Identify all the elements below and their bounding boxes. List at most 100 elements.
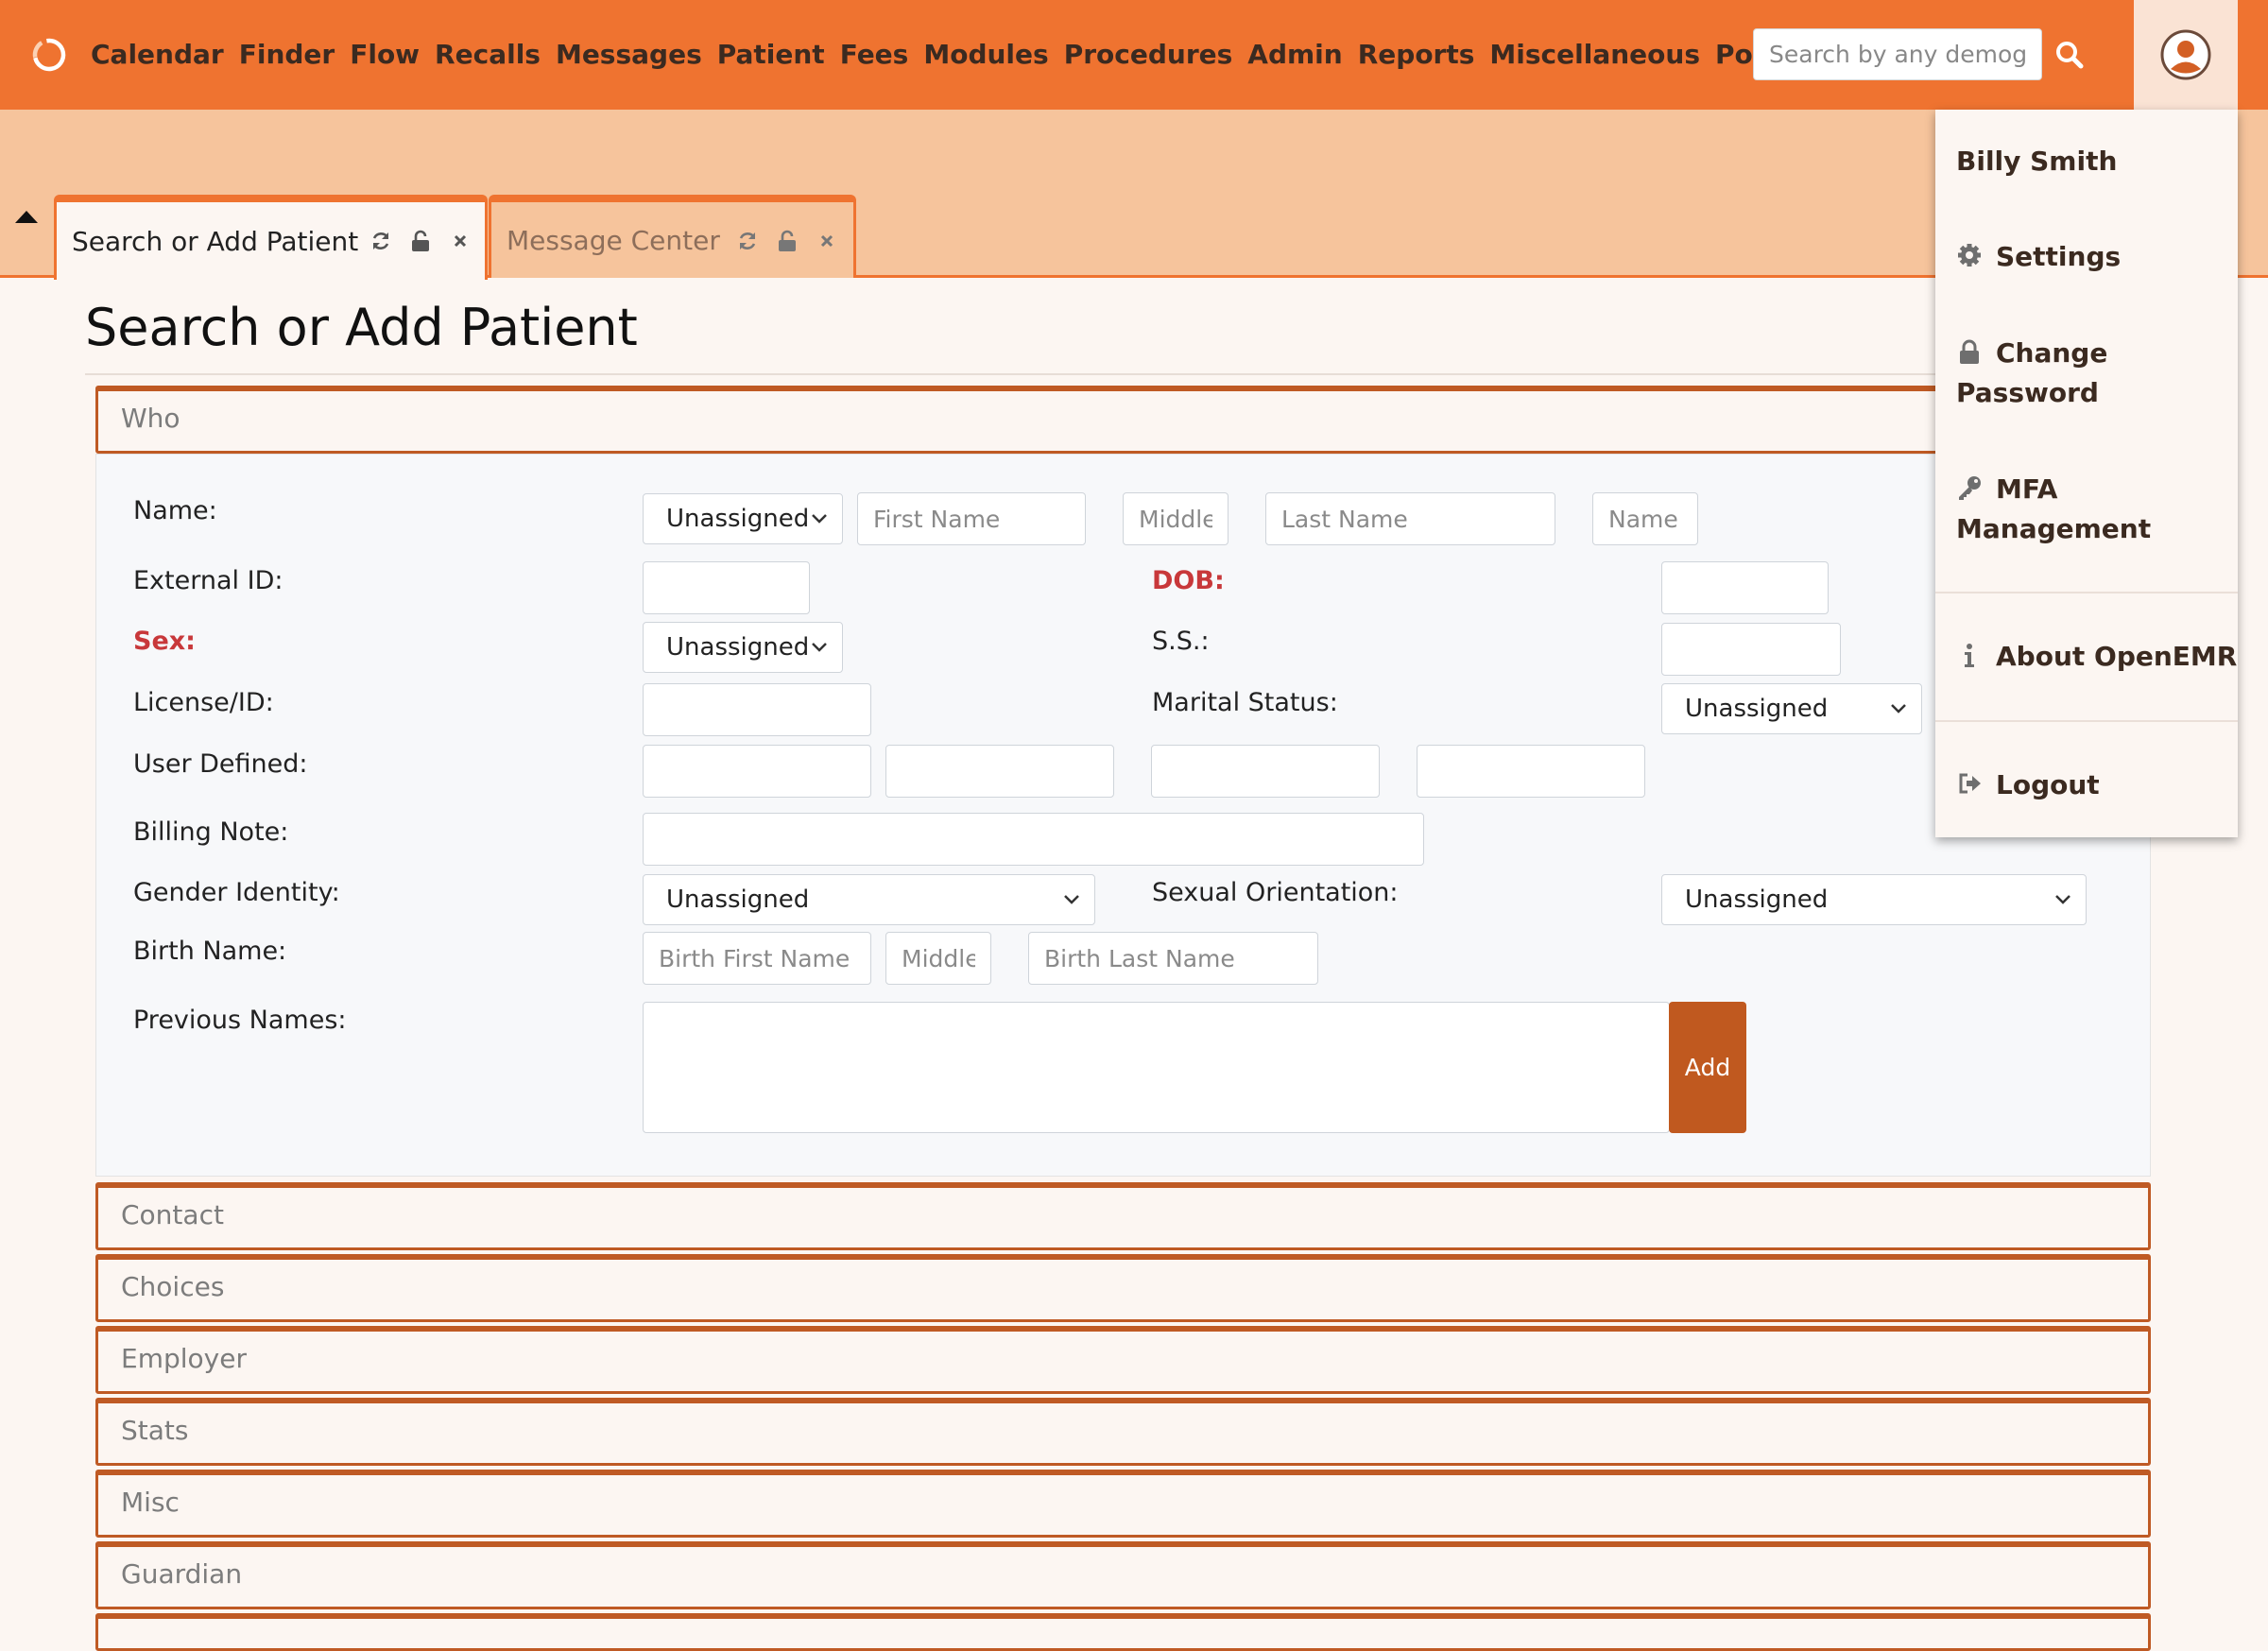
menu-procedures[interactable]: Procedures bbox=[1064, 36, 1233, 74]
previous-names-input[interactable] bbox=[643, 1002, 1670, 1133]
gender-identity-value: Unassigned bbox=[666, 886, 810, 914]
user-avatar-icon bbox=[2160, 29, 2211, 80]
sex-value: Unassigned bbox=[666, 633, 810, 662]
demographics-search-input[interactable] bbox=[1753, 28, 2042, 80]
section-misc-header[interactable]: Misc bbox=[95, 1470, 2151, 1538]
dropdown-settings[interactable]: Settings bbox=[1956, 237, 2121, 277]
user-dropdown-menu: Billy Smith Settings Change Password MFA… bbox=[1935, 110, 2238, 837]
menu-miscellaneous[interactable]: Miscellaneous bbox=[1489, 36, 1700, 74]
chevron-down-icon bbox=[1891, 704, 1906, 714]
menu-patient[interactable]: Patient bbox=[717, 36, 825, 74]
dropdown-change-password[interactable]: Change Password bbox=[1956, 334, 2107, 413]
tab-message-center[interactable]: Message Center bbox=[489, 195, 856, 278]
tab-search-add-patient[interactable]: Search or Add Patient bbox=[54, 195, 488, 280]
settings-label: Settings bbox=[1996, 241, 2122, 272]
section-guardian-header[interactable]: Guardian bbox=[95, 1541, 2151, 1609]
last-name-input[interactable] bbox=[1265, 492, 1555, 545]
name-label: Name: bbox=[133, 496, 217, 525]
change-password-line1: Change bbox=[1996, 337, 2108, 369]
sexual-orientation-select[interactable]: Unassigned bbox=[1661, 874, 2087, 925]
tab-actions bbox=[369, 229, 488, 253]
sex-select[interactable]: Unassigned bbox=[643, 622, 843, 673]
gear-icon bbox=[1958, 244, 1981, 267]
birth-last-name-input[interactable] bbox=[1028, 932, 1318, 985]
dropdown-divider bbox=[1935, 720, 2238, 722]
name-suffix-input[interactable] bbox=[1592, 492, 1698, 545]
birth-middle-name-input[interactable] bbox=[885, 932, 991, 985]
external-id-label: External ID: bbox=[133, 566, 284, 595]
marital-status-select[interactable]: Unassigned bbox=[1661, 683, 1922, 734]
dob-label: DOB: bbox=[1152, 566, 1225, 595]
section-who-header[interactable]: Who bbox=[95, 386, 2151, 454]
user-defined-1-input[interactable] bbox=[643, 745, 871, 798]
user-defined-2-input[interactable] bbox=[885, 745, 1114, 798]
section-stats-header[interactable]: Stats bbox=[95, 1398, 2151, 1466]
menu-messages[interactable]: Messages bbox=[556, 36, 702, 74]
menu-flow[interactable]: Flow bbox=[350, 36, 420, 74]
birth-name-label: Birth Name: bbox=[133, 937, 287, 966]
ss-label: S.S.: bbox=[1152, 627, 1210, 656]
menu-fees[interactable]: Fees bbox=[840, 36, 909, 74]
dropdown-about[interactable]: About OpenEMR bbox=[1956, 637, 2237, 677]
license-id-label: License/ID: bbox=[133, 688, 274, 717]
refresh-icon[interactable] bbox=[735, 229, 760, 253]
gender-identity-label: Gender Identity: bbox=[133, 878, 340, 907]
search-icon[interactable] bbox=[2053, 38, 2087, 72]
add-previous-name-button[interactable]: Add bbox=[1669, 1002, 1746, 1133]
mfa-line2: Management bbox=[1956, 513, 2152, 544]
external-id-input[interactable] bbox=[643, 561, 810, 614]
menu-calendar[interactable]: Calendar bbox=[91, 36, 224, 74]
dropdown-mfa-management[interactable]: MFA Management bbox=[1956, 470, 2151, 549]
dropdown-logout[interactable]: Logout bbox=[1956, 765, 2100, 805]
marital-status-value: Unassigned bbox=[1685, 695, 1829, 723]
section-contact-header[interactable]: Contact bbox=[95, 1182, 2151, 1250]
unlock-icon[interactable] bbox=[775, 229, 799, 253]
menu-reports[interactable]: Reports bbox=[1358, 36, 1475, 74]
marital-status-label: Marital Status: bbox=[1152, 688, 1338, 717]
birth-first-name-input[interactable] bbox=[643, 932, 871, 985]
first-name-input[interactable] bbox=[857, 492, 1086, 545]
middle-name-input[interactable] bbox=[1123, 492, 1228, 545]
change-password-line2: Password bbox=[1956, 377, 2099, 408]
mfa-line1: MFA bbox=[1996, 473, 2058, 505]
logout-label: Logout bbox=[1996, 769, 2100, 800]
title-divider bbox=[85, 373, 2164, 375]
menu-admin[interactable]: Admin bbox=[1247, 36, 1342, 74]
menu-finder[interactable]: Finder bbox=[239, 36, 335, 74]
openemr-logo-icon[interactable] bbox=[28, 34, 70, 76]
chevron-down-icon bbox=[812, 643, 827, 652]
user-menu-button[interactable] bbox=[2134, 0, 2238, 110]
section-employer-header[interactable]: Employer bbox=[95, 1326, 2151, 1394]
unlock-icon[interactable] bbox=[408, 229, 433, 253]
collapse-tabs-icon[interactable] bbox=[13, 208, 40, 227]
dob-input[interactable] bbox=[1661, 561, 1829, 614]
dropdown-user-name: Billy Smith bbox=[1956, 146, 2118, 177]
billing-note-label: Billing Note: bbox=[133, 817, 289, 847]
tab-title: Message Center bbox=[507, 224, 720, 256]
chevron-down-icon bbox=[812, 514, 827, 524]
refresh-icon[interactable] bbox=[369, 229, 393, 253]
user-defined-4-input[interactable] bbox=[1417, 745, 1645, 798]
ss-input[interactable] bbox=[1661, 623, 1841, 676]
tab-title: Search or Add Patient bbox=[72, 225, 359, 257]
key-icon bbox=[1959, 476, 1981, 500]
section-next-header[interactable] bbox=[95, 1613, 2151, 1651]
logout-icon bbox=[1959, 773, 1981, 794]
billing-note-input[interactable] bbox=[643, 813, 1424, 866]
chevron-down-icon bbox=[1064, 895, 1079, 904]
license-id-input[interactable] bbox=[643, 683, 871, 736]
close-icon[interactable] bbox=[448, 229, 472, 253]
top-navbar: Calendar Finder Flow Recalls Messages Pa… bbox=[0, 0, 2268, 110]
menu-recalls[interactable]: Recalls bbox=[435, 36, 541, 74]
user-defined-3-input[interactable] bbox=[1151, 745, 1380, 798]
sexual-orientation-label: Sexual Orientation: bbox=[1152, 878, 1399, 907]
section-choices-header[interactable]: Choices bbox=[95, 1254, 2151, 1322]
gender-identity-select[interactable]: Unassigned bbox=[643, 874, 1095, 925]
name-title-select[interactable]: Unassigned bbox=[643, 493, 843, 544]
chevron-down-icon bbox=[2055, 895, 2070, 904]
page-title: Search or Add Patient bbox=[85, 298, 638, 357]
about-label: About OpenEMR bbox=[1996, 641, 2238, 672]
menu-modules[interactable]: Modules bbox=[923, 36, 1048, 74]
close-icon[interactable] bbox=[815, 229, 839, 253]
lock-icon bbox=[1960, 339, 1979, 364]
